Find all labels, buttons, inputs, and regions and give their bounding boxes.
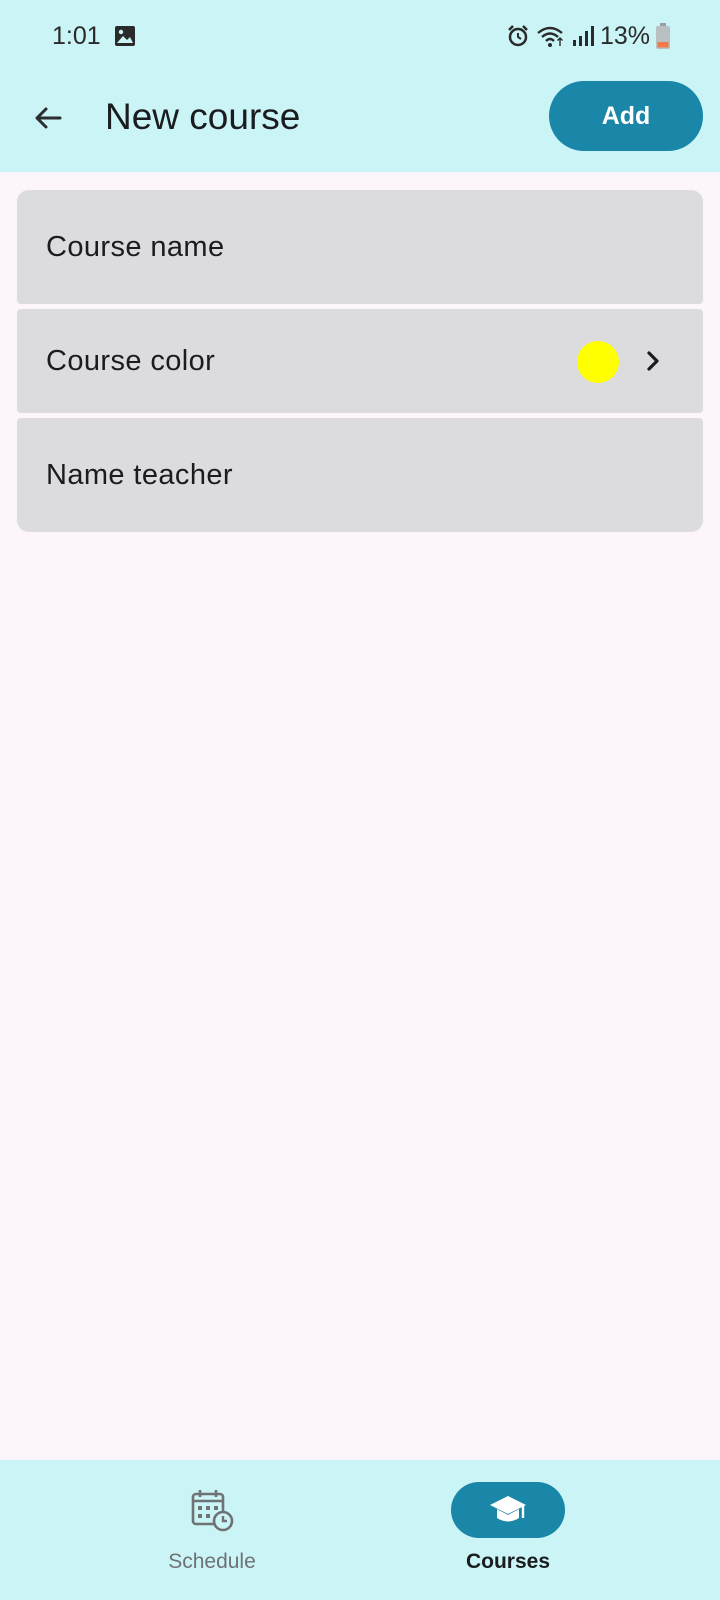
course-color-swatch[interactable] [577, 341, 619, 383]
signal-icon [572, 26, 594, 46]
status-icons: 13% [506, 20, 670, 52]
status-time: 1:01 [52, 22, 101, 50]
course-color-row[interactable]: Course color [17, 309, 703, 413]
arrow-left-icon [35, 107, 62, 129]
battery-icon [656, 23, 670, 49]
nav-label-schedule: Schedule [168, 1550, 256, 1573]
nav-label-courses: Courses [465, 1550, 551, 1573]
top-area: 1:01 13% New course Add [0, 0, 720, 172]
chevron-right-icon [647, 351, 659, 371]
graduation-cap-icon [490, 1496, 526, 1522]
course-form: Course name Course color Name teacher [17, 190, 703, 532]
add-button[interactable]: Add [549, 81, 703, 151]
nav-item-courses[interactable]: Courses [408, 1460, 608, 1600]
alarm-icon [508, 25, 528, 47]
page-title: New course [105, 96, 301, 137]
bottom-navigation: Schedule Courses [0, 1460, 720, 1600]
name-teacher-placeholder: Name teacher [46, 458, 233, 491]
calendar-clock-icon [191, 1490, 234, 1532]
name-teacher-field[interactable]: Name teacher [17, 418, 703, 532]
course-name-field[interactable]: Course name [17, 190, 703, 304]
gallery-icon [115, 26, 135, 46]
nav-item-schedule[interactable]: Schedule [112, 1460, 312, 1600]
wifi-icon [537, 26, 563, 47]
battery-percentage: 13% [599, 21, 650, 50]
nav-courses-indicator [451, 1482, 565, 1538]
new-course-screen: 1:01 13% New course Add Course name Cour… [0, 0, 720, 1600]
status-bar: 1:01 13% [0, 0, 720, 74]
course-color-label: Course color [46, 344, 216, 377]
back-button[interactable] [22, 92, 74, 144]
nav-schedule-indicator [155, 1482, 269, 1538]
app-bar: New course Add [0, 78, 720, 160]
course-name-placeholder: Course name [46, 230, 225, 263]
